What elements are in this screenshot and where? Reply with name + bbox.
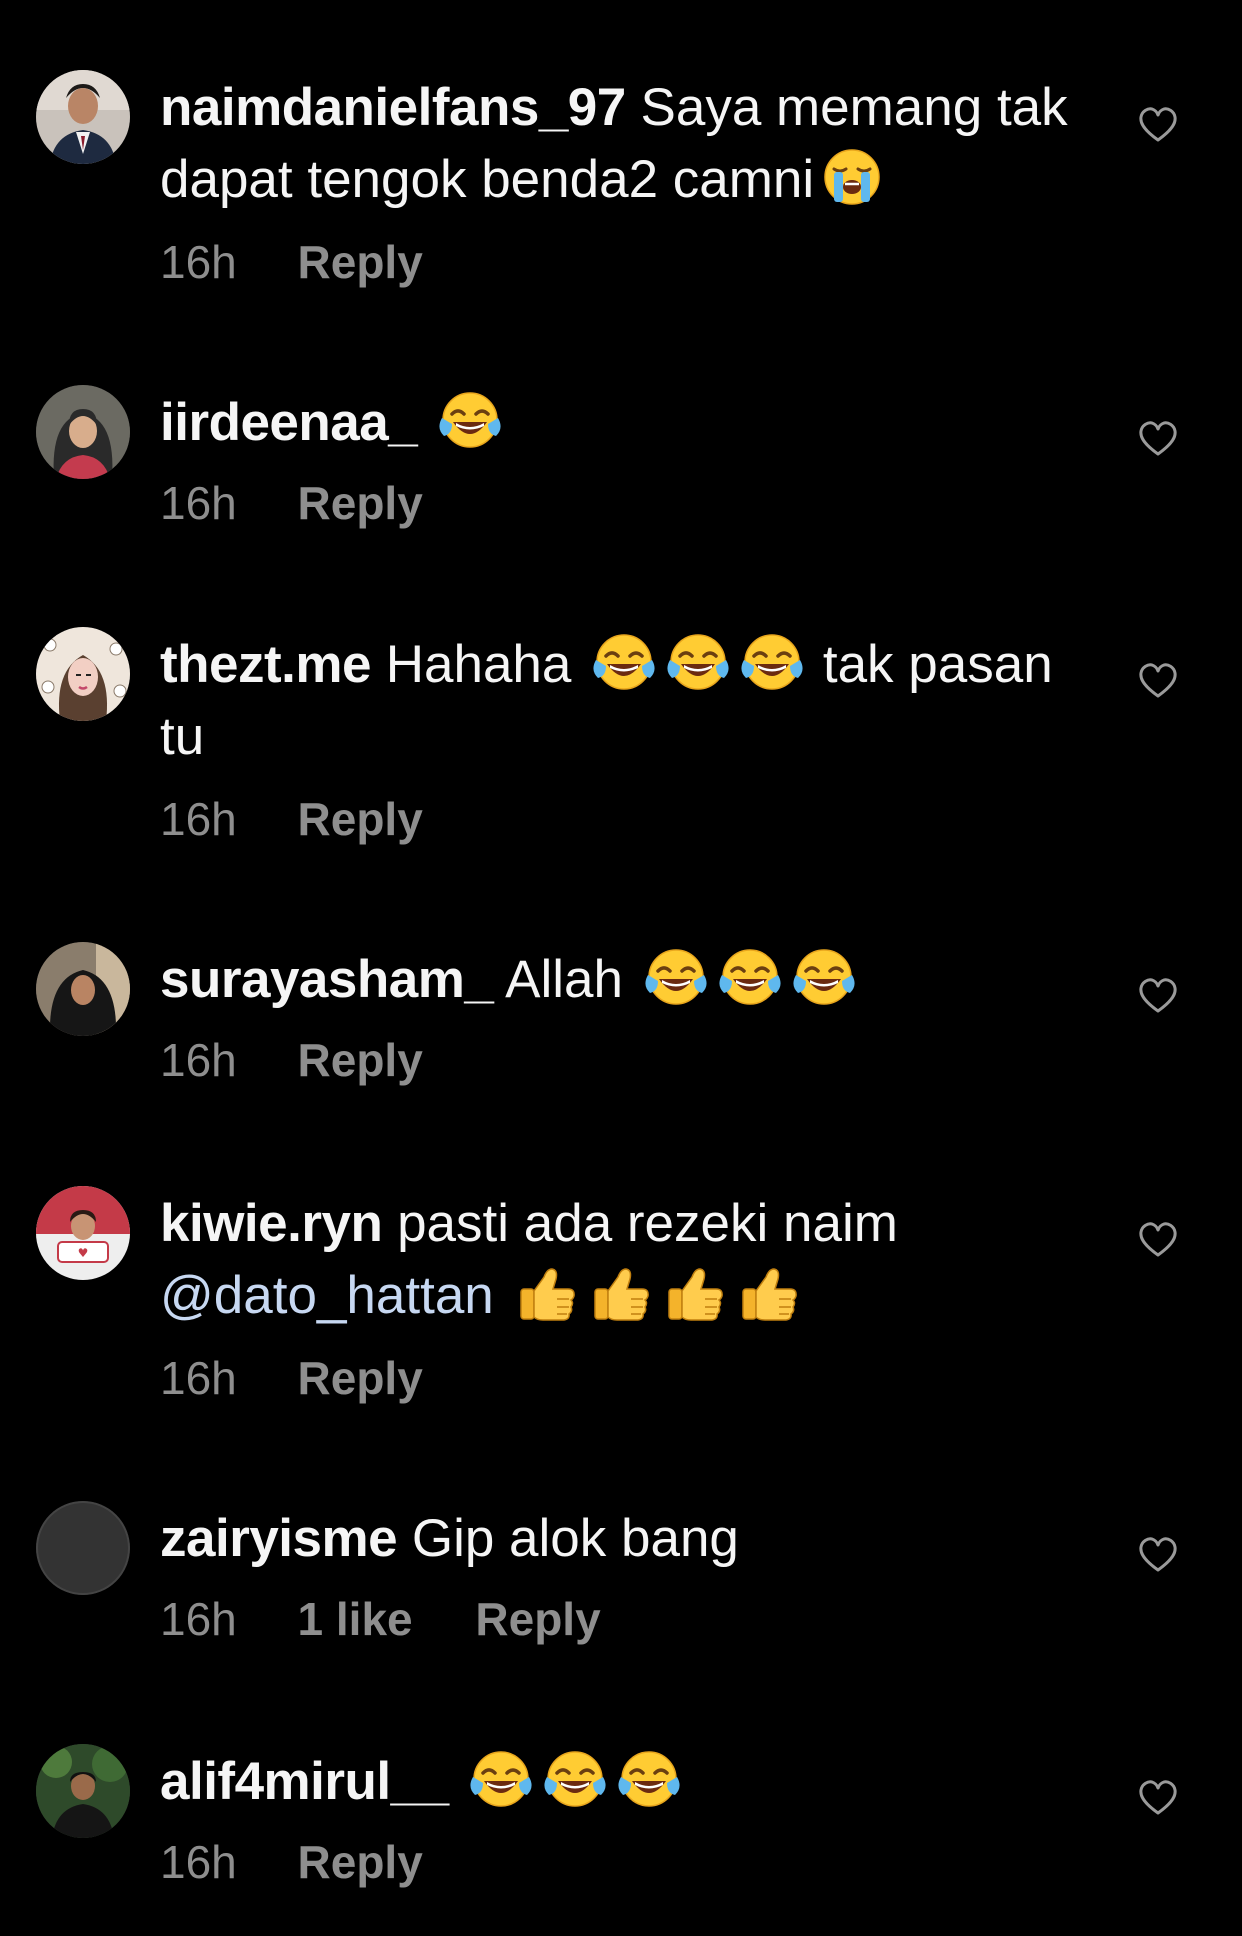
comment-text: surayasham_ Allah <box>160 944 1090 1016</box>
thumbs-up-emoji <box>737 1261 801 1325</box>
face-with-tears-of-joy-emoji <box>792 945 856 1009</box>
face-with-tears-of-joy-emoji <box>543 1747 607 1811</box>
comment-timestamp: 16h <box>160 236 237 288</box>
face-with-tears-of-joy-emoji <box>617 1747 681 1811</box>
comment-message: Gip alok bang <box>411 1509 739 1568</box>
thumbs-up-emoji <box>589 1261 653 1325</box>
comment-username[interactable]: kiwie.ryn <box>160 1194 383 1253</box>
comment-message: Allah <box>505 950 624 1009</box>
default-avatar[interactable] <box>36 1501 130 1595</box>
comment-timestamp: 16h <box>160 1034 237 1086</box>
face-with-tears-of-joy-emoji <box>469 1747 533 1811</box>
face-with-tears-of-joy-emoji <box>438 388 502 452</box>
comment-timestamp: 16h <box>160 1836 237 1888</box>
comment-meta: 16h Reply <box>160 232 1090 292</box>
comment-text: naimdanielfans_97 Saya memang tak dapat … <box>160 72 1090 216</box>
reply-button[interactable]: Reply <box>298 1030 423 1090</box>
comment-timestamp: 16h <box>160 1593 237 1645</box>
like-heart-icon[interactable] <box>1138 421 1178 457</box>
like-heart-icon[interactable] <box>1138 978 1178 1014</box>
avatar[interactable] <box>36 70 130 164</box>
comment-username[interactable]: naimdanielfans_97 <box>160 78 626 137</box>
avatar[interactable] <box>36 627 130 721</box>
loudly-crying-face-emoji <box>820 145 884 209</box>
comment-text: kiwie.ryn pasti ada rezeki naim @dato_ha… <box>160 1188 1090 1332</box>
reply-button[interactable]: Reply <box>298 473 423 533</box>
comment-timestamp: 16h <box>160 477 237 529</box>
comment-meta: 16h Reply <box>160 473 1090 533</box>
comment-message: pasti ada rezeki naim <box>397 1194 898 1253</box>
face-with-tears-of-joy-emoji <box>666 630 730 694</box>
reply-button[interactable]: Reply <box>298 232 423 292</box>
thumbs-up-emoji <box>663 1261 727 1325</box>
comment-username[interactable]: zairyisme <box>160 1509 398 1568</box>
comment-username[interactable]: thezt.me <box>160 635 371 694</box>
face-with-tears-of-joy-emoji <box>644 945 708 1009</box>
comment-message-start: Hahaha <box>385 635 572 694</box>
comment-text: iirdeenaa_ <box>160 387 1090 459</box>
comment-meta: 16h Reply <box>160 1030 1090 1090</box>
user-mention-link[interactable]: @dato_hattan <box>160 1266 494 1325</box>
like-heart-icon[interactable] <box>1138 1780 1178 1816</box>
face-with-tears-of-joy-emoji <box>718 945 782 1009</box>
reply-button[interactable]: Reply <box>475 1589 600 1649</box>
avatar[interactable] <box>36 1744 130 1838</box>
comment-text: zairyisme Gip alok bang <box>160 1503 1090 1575</box>
avatar[interactable]: ♥ <box>36 1186 130 1280</box>
like-heart-icon[interactable] <box>1138 663 1178 699</box>
like-heart-icon[interactable] <box>1138 107 1178 143</box>
like-heart-icon[interactable] <box>1138 1222 1178 1258</box>
comment-username[interactable]: surayasham_ <box>160 950 494 1009</box>
reply-button[interactable]: Reply <box>298 1832 423 1892</box>
reply-button[interactable]: Reply <box>298 1348 423 1408</box>
comment-meta: 16h Reply <box>160 789 1090 849</box>
comment-timestamp: 16h <box>160 1352 237 1404</box>
comment-text: thezt.me Hahaha tak pasan tu <box>160 629 1090 773</box>
reply-button[interactable]: Reply <box>298 789 423 849</box>
comment-username[interactable]: iirdeenaa_ <box>160 393 418 452</box>
svg-text:♥: ♥ <box>78 1246 89 1260</box>
avatar[interactable] <box>36 385 130 479</box>
comment-list: naimdanielfans_97 Saya memang tak dapat … <box>0 0 1242 1936</box>
comment-username[interactable]: alif4mirul__ <box>160 1752 449 1811</box>
like-count[interactable]: 1 like <box>298 1589 413 1649</box>
face-with-tears-of-joy-emoji <box>740 630 804 694</box>
comment-meta: 16h 1 like Reply <box>160 1589 1090 1649</box>
comment-text: alif4mirul__ <box>160 1746 1090 1818</box>
comment-meta: 16h Reply <box>160 1832 1090 1892</box>
thumbs-up-emoji <box>515 1261 579 1325</box>
face-with-tears-of-joy-emoji <box>592 630 656 694</box>
like-heart-icon[interactable] <box>1138 1537 1178 1573</box>
comment-meta: 16h Reply <box>160 1348 1090 1408</box>
avatar[interactable] <box>36 942 130 1036</box>
comment-timestamp: 16h <box>160 793 237 845</box>
